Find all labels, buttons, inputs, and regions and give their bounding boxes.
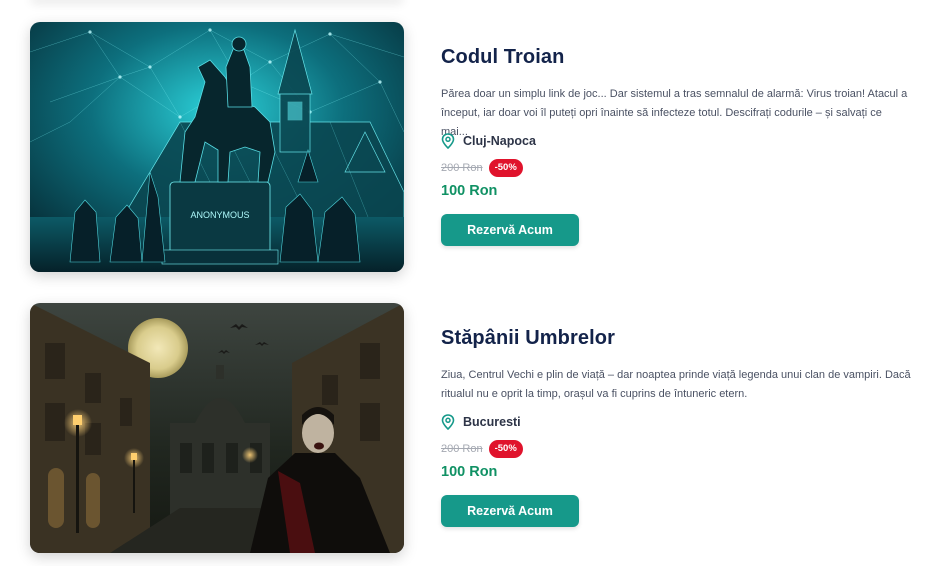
room-card-stapanii-umbrelor: Stăpânii Umbrelor Ziua, Centrul Vechi e … — [30, 303, 920, 553]
location-label: Cluj-Napoca — [463, 134, 536, 148]
room-location: Bucuresti — [441, 412, 521, 432]
room-card-codul-troian: ANONYMOUS Codul Troian Părea doar un sim… — [30, 22, 920, 272]
price-row: 200 Ron -50% — [441, 159, 523, 177]
room-info-stapanii-umbrelor: Stăpânii Umbrelor Ziua, Centrul Vechi e … — [441, 303, 921, 553]
location-label: Bucuresti — [463, 415, 521, 429]
discount-badge: -50% — [488, 440, 523, 458]
room-title[interactable]: Stăpânii Umbrelor — [441, 327, 615, 350]
map-pin-icon — [441, 133, 455, 150]
old-price: 200 Ron — [441, 443, 483, 455]
room-info-codul-troian: Codul Troian Părea doar un simplu link d… — [441, 22, 921, 272]
book-now-button[interactable]: Rezervă Acum — [441, 495, 579, 527]
room-location: Cluj-Napoca — [441, 131, 536, 151]
current-price: 100 Ron — [441, 183, 498, 199]
current-price: 100 Ron — [441, 464, 498, 480]
vampire-old-town-illustration — [30, 303, 404, 553]
room-title[interactable]: Codul Troian — [441, 46, 564, 69]
discount-badge: -50% — [488, 159, 523, 177]
cyber-statue-illustration: ANONYMOUS — [30, 22, 404, 272]
map-pin-icon — [441, 414, 455, 431]
book-now-button[interactable]: Rezervă Acum — [441, 214, 579, 246]
pedestal-inscription: ANONYMOUS — [190, 210, 249, 220]
room-image-codul-troian[interactable]: ANONYMOUS — [30, 22, 404, 272]
price-row: 200 Ron -50% — [441, 440, 523, 458]
old-price: 200 Ron — [441, 162, 483, 174]
room-description: Ziua, Centrul Vechi e plin de viață – da… — [441, 369, 911, 400]
room-image-stapanii-umbrelor[interactable] — [30, 303, 404, 553]
